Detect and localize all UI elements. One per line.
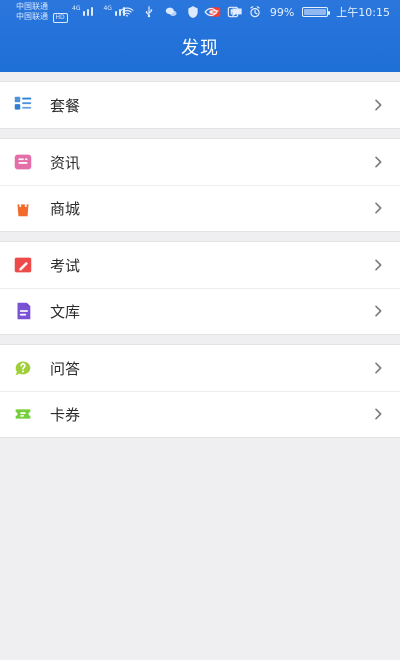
menu-item-library[interactable]: 文库 bbox=[0, 288, 400, 334]
coupon-ticket-icon bbox=[12, 403, 34, 425]
menu-item-label: 考试 bbox=[50, 256, 81, 275]
menu-item-label: 问答 bbox=[50, 359, 81, 378]
menu-item-coupon[interactable]: 卡券 bbox=[0, 391, 400, 437]
top-app-bar: 中国联通 中国联通 HD 4G 4G 99% 上午10:15 发现 bbox=[0, 0, 400, 72]
status-bar: 中国联通 中国联通 HD 4G 4G 99% 上午10:15 bbox=[0, 0, 400, 26]
hd-badge: HD bbox=[52, 13, 68, 23]
shop-bag-icon bbox=[12, 197, 34, 219]
page-title: 发现 bbox=[181, 38, 219, 59]
chevron-right-icon bbox=[370, 154, 386, 170]
signal-tag-1: 4G bbox=[72, 5, 81, 12]
carrier-info: 中国联通 中国联通 HD bbox=[16, 2, 68, 23]
news-icon bbox=[12, 151, 34, 173]
menu-item-qa[interactable]: 问答 bbox=[0, 345, 400, 391]
signal-bar bbox=[83, 11, 86, 16]
signal-bar bbox=[91, 7, 94, 16]
qa-bubble-icon bbox=[12, 357, 34, 379]
chevron-right-icon bbox=[370, 303, 386, 319]
menu-group-2: 资讯 商城 bbox=[0, 138, 400, 232]
signal-bar bbox=[114, 11, 117, 16]
clock-time: 上午10:15 bbox=[336, 6, 390, 19]
menu-group-3: 考试 文库 bbox=[0, 241, 400, 335]
wifi-icon bbox=[120, 5, 134, 19]
battery-icon bbox=[302, 7, 331, 17]
menu-item-label: 卡券 bbox=[50, 405, 81, 424]
chevron-right-icon bbox=[370, 360, 386, 376]
signal-bar bbox=[87, 9, 90, 16]
carrier-line-1: 中国联通 bbox=[16, 2, 48, 11]
menu-item-exam[interactable]: 考试 bbox=[0, 242, 400, 288]
exam-pencil-icon bbox=[12, 254, 34, 276]
wechat-icon bbox=[164, 5, 178, 19]
chevron-right-icon bbox=[370, 406, 386, 422]
menu-item-news[interactable]: 资讯 bbox=[0, 139, 400, 185]
battery-level bbox=[304, 9, 327, 15]
menu-item-label: 资讯 bbox=[50, 153, 81, 172]
discover-menu: 套餐 资讯 商城 考试 文库 问答 卡券 bbox=[0, 72, 400, 438]
chevron-right-icon bbox=[370, 97, 386, 113]
alarm-icon bbox=[248, 5, 262, 19]
menu-item-package[interactable]: 套餐 bbox=[0, 82, 400, 128]
shield-icon bbox=[186, 5, 200, 19]
menu-item-label: 文库 bbox=[50, 302, 81, 321]
carrier-line-2: 中国联通 HD bbox=[16, 12, 68, 23]
carrier-line-2-text: 中国联通 bbox=[16, 12, 48, 21]
library-doc-icon bbox=[12, 300, 34, 322]
menu-item-shop[interactable]: 商城 bbox=[0, 185, 400, 231]
eye-icon bbox=[204, 5, 218, 19]
menu-group-4: 问答 卡券 bbox=[0, 344, 400, 438]
signal-strength-1: 4G bbox=[72, 6, 97, 16]
package-icon bbox=[12, 94, 34, 116]
nfc-icon bbox=[226, 5, 240, 19]
chevron-right-icon bbox=[370, 200, 386, 216]
signal-tag-2: 4G bbox=[103, 5, 112, 12]
usb-icon bbox=[142, 5, 156, 19]
battery-percent: 99% bbox=[269, 5, 295, 19]
menu-group-1: 套餐 bbox=[0, 81, 400, 129]
menu-item-label: 商城 bbox=[50, 199, 81, 218]
status-icons-right: 99% 上午10:15 bbox=[204, 5, 390, 19]
menu-item-label: 套餐 bbox=[50, 96, 81, 115]
chevron-right-icon bbox=[370, 257, 386, 273]
